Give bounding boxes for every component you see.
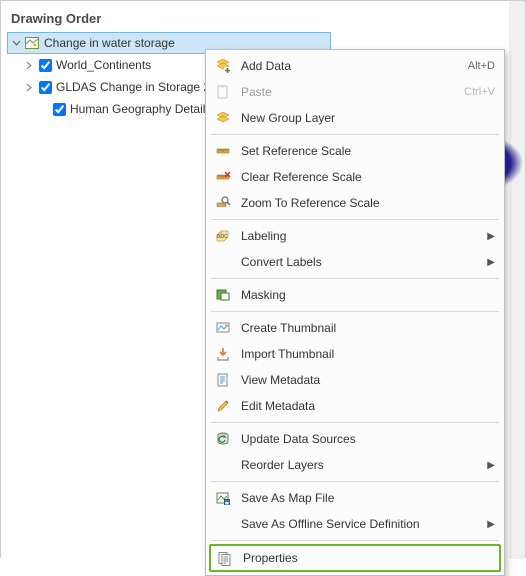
menu-separator xyxy=(211,311,499,312)
menu-new-group-layer[interactable]: New Group Layer xyxy=(209,105,501,131)
save-map-file-icon xyxy=(213,488,233,508)
panel-title: Drawing Order xyxy=(1,7,331,32)
menu-convert-labels[interactable]: Convert Labels ▶ xyxy=(209,249,501,275)
menu-set-reference-scale[interactable]: Set Reference Scale xyxy=(209,138,501,164)
menu-view-metadata[interactable]: View Metadata xyxy=(209,367,501,393)
chevron-right-icon[interactable] xyxy=(25,61,37,70)
menu-paste: Paste Ctrl+V xyxy=(209,79,501,105)
tree-item-label: Human Geography Detail xyxy=(70,102,205,116)
svg-text:abc: abc xyxy=(216,233,228,240)
menu-label: Clear Reference Scale xyxy=(241,170,495,184)
menu-separator xyxy=(211,422,499,423)
menu-separator xyxy=(211,540,499,541)
context-menu: Add Data Alt+D Paste Ctrl+V New Group La… xyxy=(205,49,505,576)
blank-icon xyxy=(213,455,233,475)
layer-visibility-checkbox[interactable] xyxy=(39,59,52,72)
blank-icon xyxy=(213,252,233,272)
new-group-layer-icon xyxy=(213,108,233,128)
menu-label: New Group Layer xyxy=(241,111,495,125)
menu-zoom-reference-scale[interactable]: Zoom To Reference Scale xyxy=(209,190,501,216)
menu-label: Create Thumbnail xyxy=(241,321,495,335)
tree-item-label: World_Continents xyxy=(56,58,151,72)
menu-label: Properties xyxy=(243,551,493,565)
tree-root-label: Change in water storage xyxy=(44,36,175,50)
menu-separator xyxy=(211,481,499,482)
menu-separator xyxy=(211,134,499,135)
menu-create-thumbnail[interactable]: Create Thumbnail xyxy=(209,315,501,341)
menu-separator xyxy=(211,278,499,279)
chevron-right-icon[interactable] xyxy=(25,83,37,92)
view-metadata-icon xyxy=(213,370,233,390)
map-scrollbar[interactable] xyxy=(509,1,525,559)
menu-separator xyxy=(211,219,499,220)
menu-label: Save As Map File xyxy=(241,491,495,505)
import-thumbnail-icon xyxy=(213,344,233,364)
menu-shortcut: Ctrl+V xyxy=(464,86,495,98)
submenu-arrow-icon: ▶ xyxy=(485,231,495,242)
menu-save-offline-service-definition[interactable]: Save As Offline Service Definition ▶ xyxy=(209,511,501,537)
menu-label: Paste xyxy=(241,85,456,99)
menu-label: Save As Offline Service Definition xyxy=(241,517,485,531)
edit-metadata-icon xyxy=(213,396,233,416)
menu-label: Zoom To Reference Scale xyxy=(241,196,495,210)
create-thumbnail-icon xyxy=(213,318,233,338)
menu-label: Update Data Sources xyxy=(241,432,495,446)
menu-label: Convert Labels xyxy=(241,255,485,269)
tree-item-label: GLDAS Change in Storage 2003 xyxy=(56,80,230,94)
set-reference-scale-icon xyxy=(213,141,233,161)
menu-label: Import Thumbnail xyxy=(241,347,495,361)
menu-edit-metadata[interactable]: Edit Metadata xyxy=(209,393,501,419)
paste-icon xyxy=(213,82,233,102)
menu-label: Reorder Layers xyxy=(241,458,485,472)
menu-update-data-sources[interactable]: Update Data Sources xyxy=(209,426,501,452)
add-data-icon xyxy=(213,56,233,76)
app-frame: Drawing Order Change in water storage Wo… xyxy=(0,0,526,558)
properties-icon xyxy=(215,548,235,568)
labeling-icon: abc xyxy=(213,226,233,246)
zoom-reference-scale-icon xyxy=(213,193,233,213)
submenu-arrow-icon: ▶ xyxy=(485,519,495,530)
menu-add-data[interactable]: Add Data Alt+D xyxy=(209,53,501,79)
expander-icon[interactable] xyxy=(12,39,24,48)
menu-label: View Metadata xyxy=(241,373,495,387)
submenu-arrow-icon: ▶ xyxy=(485,460,495,471)
menu-masking[interactable]: Masking xyxy=(209,282,501,308)
map-icon xyxy=(24,35,40,51)
menu-label: Add Data xyxy=(241,59,460,73)
menu-save-as-map-file[interactable]: Save As Map File xyxy=(209,485,501,511)
menu-label: Masking xyxy=(241,288,495,302)
menu-label: Edit Metadata xyxy=(241,399,495,413)
layer-visibility-checkbox[interactable] xyxy=(39,81,52,94)
blank-icon xyxy=(213,514,233,534)
menu-clear-reference-scale[interactable]: Clear Reference Scale xyxy=(209,164,501,190)
menu-import-thumbnail[interactable]: Import Thumbnail xyxy=(209,341,501,367)
menu-label: Set Reference Scale xyxy=(241,144,495,158)
menu-label: Labeling xyxy=(241,229,485,243)
submenu-arrow-icon: ▶ xyxy=(485,257,495,268)
layer-visibility-checkbox[interactable] xyxy=(53,103,66,116)
menu-reorder-layers[interactable]: Reorder Layers ▶ xyxy=(209,452,501,478)
menu-labeling[interactable]: abc Labeling ▶ xyxy=(209,223,501,249)
update-data-sources-icon xyxy=(213,429,233,449)
menu-properties[interactable]: Properties xyxy=(209,544,501,572)
clear-reference-scale-icon xyxy=(213,167,233,187)
menu-shortcut: Alt+D xyxy=(468,60,495,72)
masking-icon xyxy=(213,285,233,305)
